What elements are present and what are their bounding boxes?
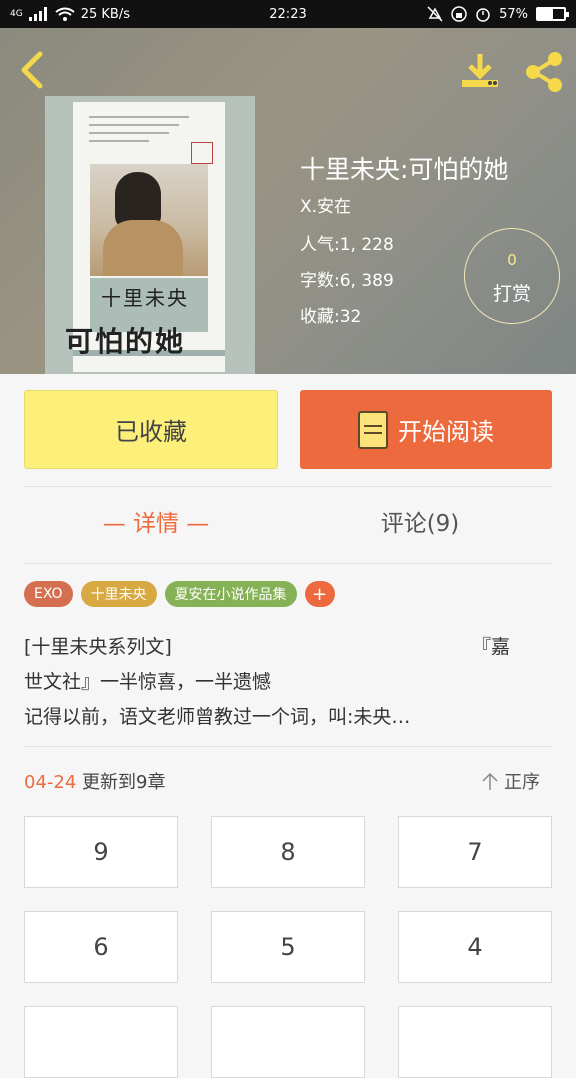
cover-title-line2: 可怕的她 — [65, 325, 186, 358]
tip-button[interactable]: 0 打赏 — [464, 228, 560, 324]
cover-text-lines — [89, 116, 189, 148]
clock: 22:23 — [269, 6, 307, 22]
divider — [24, 486, 552, 487]
description-line: 世文社』一半惊喜，一半遗憾 — [24, 671, 272, 693]
mute-icon — [427, 6, 443, 22]
start-reading-label: 开始阅读 — [398, 418, 494, 446]
arrow-up-icon — [482, 772, 498, 790]
chapter-item[interactable]: 7 — [398, 816, 552, 888]
update-info: 04-24 更新到9章 — [24, 768, 166, 794]
battery-icon — [536, 7, 569, 21]
network-speed: 25 KB/s — [80, 6, 130, 22]
tag-series[interactable]: 十里未央 — [80, 581, 157, 607]
download-button[interactable] — [458, 50, 502, 94]
book-author[interactable]: X.安在 — [300, 192, 351, 217]
battery-percent: 57% — [499, 6, 528, 22]
tag-list: EXO 十里未央 夏安在小说作品集 + — [24, 581, 335, 607]
description-line: 『嘉 — [472, 636, 511, 658]
chapter-item[interactable]: 9 — [24, 816, 178, 888]
wifi-icon — [55, 7, 75, 21]
book-cover[interactable]: 十里未央 可怕的她 — [45, 96, 255, 374]
book-word-count: 字数:6, 389 — [300, 271, 394, 291]
tip-count: 0 — [507, 251, 517, 269]
chevron-left-icon — [21, 51, 43, 89]
description-line: 记得以前，语文老师曾教过一个词，叫:未央… — [24, 706, 411, 728]
book-icon — [358, 410, 388, 449]
chapter-item[interactable]: 5 — [211, 911, 365, 983]
tab-comments[interactable]: 评论(9) — [288, 504, 552, 538]
sort-label: 正序 — [504, 772, 540, 793]
tag-exo[interactable]: EXO — [24, 581, 73, 607]
chapter-item[interactable]: 6 — [24, 911, 178, 983]
sort-button[interactable]: 正序 — [482, 768, 540, 794]
book-header: 十里未央 可怕的她 十里未央:可怕的她 X.安在 人气:1, 228 字数:6,… — [0, 28, 576, 374]
chapter-item[interactable] — [24, 1006, 178, 1078]
divider — [24, 746, 552, 747]
update-date: 04-24 — [24, 772, 77, 793]
cover-title-line1: 十里未央 — [101, 286, 189, 310]
book-description[interactable]: [十里未央系列文] 『嘉 世文社』一半惊喜，一半遗憾 记得以前，语文老师曾教过一个… — [24, 630, 552, 735]
chapter-grid: 9 8 7 6 5 4 — [24, 816, 552, 1078]
chapter-item[interactable] — [398, 1006, 552, 1078]
status-bar: 4G 25 KB/s 22:23 57% — [0, 0, 576, 28]
share-icon — [526, 52, 562, 92]
tag-collection[interactable]: 夏安在小说作品集 — [164, 581, 297, 607]
start-reading-button[interactable]: 开始阅读 — [300, 390, 552, 469]
alarm-icon — [476, 8, 490, 22]
description-line: [十里未央系列文] — [24, 636, 172, 658]
signal-icon — [28, 7, 47, 21]
book-title: 十里未央:可怕的她 — [300, 155, 509, 184]
chapter-item[interactable] — [211, 1006, 365, 1078]
add-tag-button[interactable]: + — [304, 581, 335, 607]
lock-rotation-icon — [451, 6, 467, 22]
cover-stamp — [191, 142, 213, 164]
book-favorites: 收藏:32 — [300, 307, 362, 327]
tab-detail[interactable]: — 详情 — — [24, 504, 288, 538]
chapter-item[interactable]: 8 — [211, 816, 365, 888]
book-popularity: 人气:1, 228 — [300, 235, 394, 255]
back-button[interactable] — [14, 50, 50, 90]
update-text: 更新到9章 — [82, 772, 166, 793]
network-label: 4G — [10, 9, 23, 19]
chapter-item[interactable]: 4 — [398, 911, 552, 983]
download-icon — [462, 54, 498, 87]
divider — [24, 563, 552, 564]
share-button[interactable] — [522, 50, 566, 94]
tip-label: 打赏 — [492, 283, 531, 305]
collect-button[interactable]: 已收藏 — [24, 390, 278, 469]
